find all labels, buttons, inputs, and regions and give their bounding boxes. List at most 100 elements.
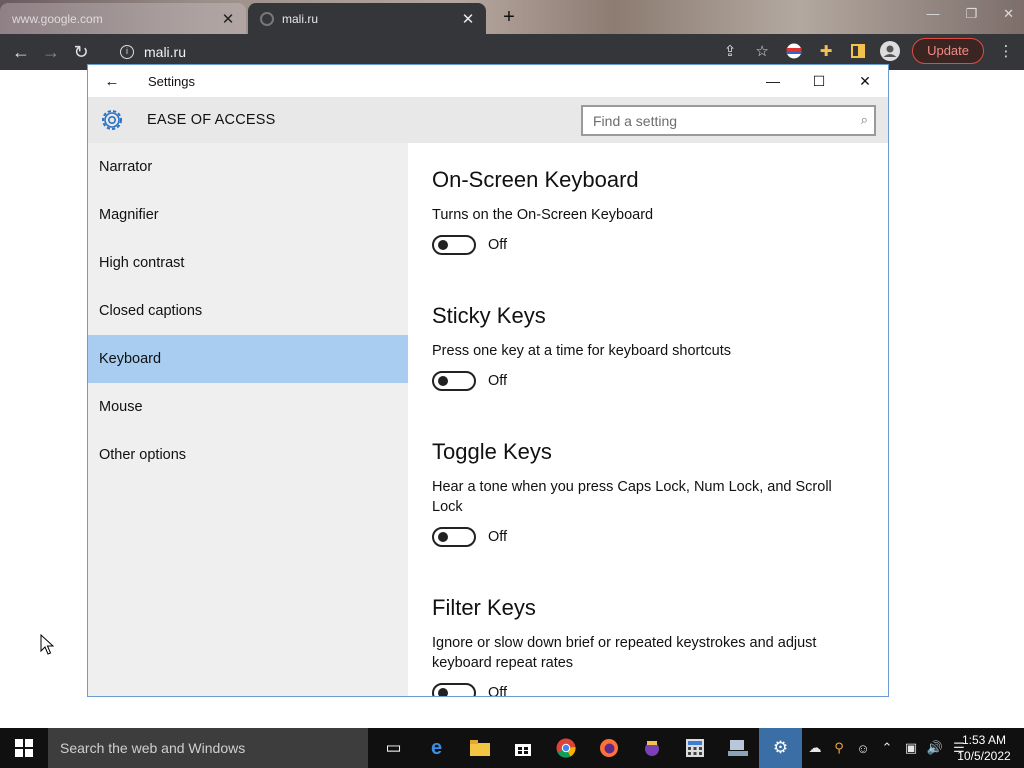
section-description: Hear a tone when you press Caps Lock, Nu… (432, 479, 832, 515)
sidebar-item-keyboard[interactable]: Keyboard (88, 335, 408, 383)
section-heading: On-Screen Keyboard (432, 167, 639, 192)
onedrive-icon[interactable]: ☁ (806, 740, 824, 756)
toggle-knob (438, 688, 448, 696)
section-description: Ignore or slow down brief or repeated ke… (432, 635, 817, 671)
minimize-icon[interactable]: — (926, 6, 939, 22)
network-app-icon[interactable] (716, 728, 759, 768)
sidebar-item-magnifier[interactable]: Magnifier (88, 191, 408, 239)
browser-window-controls: — ❐ ✕ (926, 6, 1014, 22)
forward-arrow-icon[interactable]: → (36, 37, 66, 67)
new-tab-button[interactable]: + (498, 6, 520, 28)
clock-date: 10/5/2022 (957, 749, 1011, 763)
sidebar-item-narrator[interactable]: Narrator (88, 143, 408, 191)
settings-titlebar: ← Settings — ☐ ✕ (88, 65, 888, 97)
windows-taskbar: Search the web and Windows ▭ e ⚙ ☁ ⚲ ☺ ⌃ (0, 728, 1024, 768)
section-description: Turns on the On-Screen Keyboard (432, 207, 654, 223)
toggle-state-label: Off (488, 685, 508, 696)
profile-avatar-icon[interactable] (880, 41, 901, 61)
filter-keys-section: Filter Keys Ignore or slow down brief or… (432, 595, 862, 696)
flag-extension-icon[interactable] (784, 41, 804, 61)
clock-time: 1:53 AM (961, 733, 1007, 747)
back-arrow-icon[interactable]: ← (6, 37, 36, 67)
more-menu-icon[interactable]: ⋮ (996, 41, 1016, 61)
toggle-state-label: Off (488, 373, 508, 389)
file-explorer-icon[interactable] (458, 728, 501, 768)
tab-google[interactable]: www.google.com ✕ (0, 3, 246, 34)
search-icon[interactable]: ⌕ (861, 112, 868, 128)
extensions-puzzle-icon[interactable]: ✚ (816, 41, 836, 61)
close-icon[interactable]: ✕ (842, 65, 888, 97)
url-text: mali.ru (144, 44, 187, 60)
section-heading: Toggle Keys (432, 439, 552, 464)
filter-keys-toggle[interactable] (432, 683, 476, 696)
windows-logo-icon (15, 739, 33, 757)
search-app-icon[interactable]: ⚲ (830, 740, 848, 756)
sidebar-item-closed-captions[interactable]: Closed captions (88, 287, 408, 335)
sidebar-item-high-contrast[interactable]: High contrast (88, 239, 408, 287)
toggle-row: Off (432, 235, 862, 255)
sidebar-item-other-options[interactable]: Other options (88, 431, 408, 479)
toggle-knob (438, 240, 448, 250)
start-button[interactable] (0, 728, 48, 768)
maximize-icon[interactable]: ❐ (965, 6, 977, 22)
calculator-app-icon[interactable] (673, 728, 716, 768)
toggle-row: Off (432, 527, 862, 547)
address-bar[interactable]: i mali.ru (108, 38, 708, 66)
bookmark-star-icon[interactable]: ☆ (752, 41, 772, 61)
toggle-row: Off (432, 371, 862, 391)
find-setting-search[interactable]: ⌕ (581, 105, 876, 136)
sticky-keys-toggle[interactable] (432, 371, 476, 391)
close-icon[interactable]: ✕ (1003, 6, 1014, 22)
tab-title: www.google.com (12, 11, 103, 26)
gear-icon (102, 110, 122, 130)
sidebar-item-mouse[interactable]: Mouse (88, 383, 408, 431)
toggle-knob (438, 376, 448, 386)
taskbar-search-box[interactable]: Search the web and Windows (48, 728, 368, 768)
site-info-icon[interactable]: i (120, 45, 134, 59)
window-caption-buttons: — ☐ ✕ (750, 65, 888, 97)
back-arrow-icon[interactable]: ← (88, 73, 136, 90)
mouse-cursor-icon (40, 634, 54, 655)
toolbar-actions: ⇪ ☆ ✚ Update ⋮ (720, 38, 1016, 64)
task-view-icon[interactable]: ▭ (372, 728, 415, 768)
toggle-keys-section: Toggle Keys Hear a tone when you press C… (432, 439, 862, 547)
sticky-keys-section: Sticky Keys Press one key at a time for … (432, 303, 862, 391)
tab-close-icon[interactable]: ✕ (218, 10, 238, 28)
toggle-keys-toggle[interactable] (432, 527, 476, 547)
tab-mali[interactable]: mali.ru ✕ (248, 3, 486, 34)
system-tray: ☁ ⚲ ☺ ⌃ ▣ 🔊 ☰ (806, 728, 968, 768)
tab-close-icon[interactable]: ✕ (458, 10, 478, 28)
firefox-icon[interactable] (587, 728, 630, 768)
emoji-app-icon[interactable]: ☺ (854, 741, 872, 756)
on-screen-keyboard-section: On-Screen Keyboard Turns on the On-Scree… (432, 167, 862, 255)
loading-favicon-icon (260, 11, 274, 26)
edge-browser-icon[interactable]: e (415, 728, 458, 768)
app-character-icon[interactable] (630, 728, 673, 768)
toggle-state-label: Off (488, 529, 508, 545)
search-input[interactable] (593, 107, 843, 134)
on-screen-keyboard-toggle[interactable] (432, 235, 476, 255)
network-icon[interactable]: ▣ (902, 740, 920, 756)
window-title: Settings (148, 73, 195, 89)
tab-title: mali.ru (282, 11, 319, 26)
taskbar-pinned-apps: ▭ e ⚙ (372, 728, 802, 768)
show-hidden-icons[interactable]: ⌃ (878, 740, 896, 756)
maximize-icon[interactable]: ☐ (796, 65, 842, 97)
side-panel-icon[interactable] (848, 41, 868, 61)
share-icon[interactable]: ⇪ (720, 41, 740, 61)
toggle-row: Off (432, 683, 862, 696)
browser-tabstrip: www.google.com ✕ mali.ru ✕ + — ❐ ✕ (0, 0, 1024, 34)
settings-window: ← Settings — ☐ ✕ EASE OF ACCESS ⌕ Narrat… (87, 64, 889, 697)
settings-content: On-Screen Keyboard Turns on the On-Scree… (408, 143, 888, 696)
minimize-icon[interactable]: — (750, 65, 796, 97)
taskbar-clock[interactable]: 1:53 AM 10/5/2022 (950, 732, 1018, 764)
section-heading: Sticky Keys (432, 303, 546, 328)
volume-icon[interactable]: 🔊 (926, 740, 944, 756)
section-heading: Filter Keys (432, 595, 536, 620)
chrome-icon[interactable] (544, 728, 587, 768)
reload-icon[interactable]: ↻ (66, 37, 96, 67)
settings-header: EASE OF ACCESS ⌕ (88, 97, 888, 143)
update-button[interactable]: Update (912, 38, 984, 64)
store-icon[interactable] (501, 728, 544, 768)
settings-taskbar-icon[interactable]: ⚙ (759, 728, 802, 768)
